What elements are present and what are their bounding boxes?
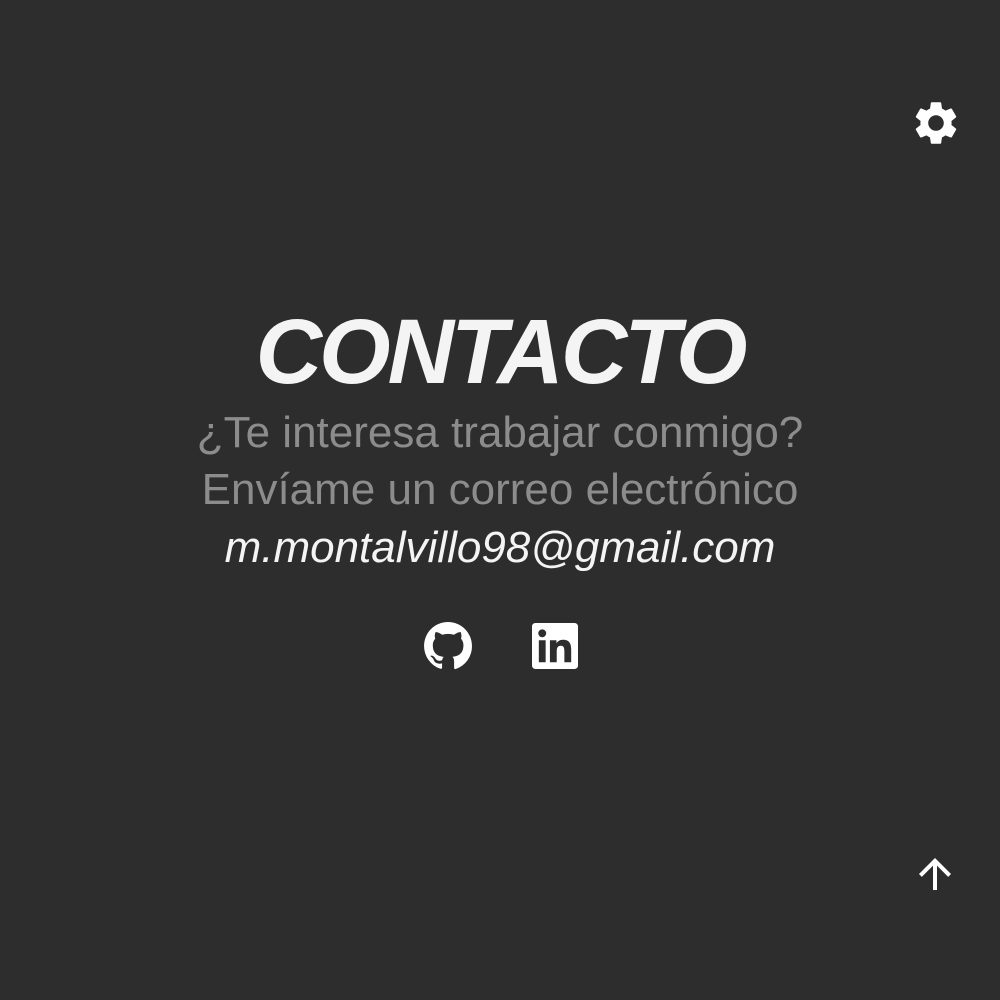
gear-icon [915,102,957,144]
settings-button[interactable] [910,97,962,149]
arrow-up-icon [919,858,951,890]
contact-subtitle-line1: ¿Te interesa trabajar conmigo? [196,408,804,457]
contact-title: CONTACTO [255,301,748,403]
contact-subtitle-line2: Envíame un correo electrónico [201,465,799,514]
contact-section: CONTACTO ¿Te interesa trabajar conmigo? … [0,300,1000,576]
github-link[interactable] [420,618,476,674]
scroll-to-top-button[interactable] [910,849,960,899]
contact-page: CONTACTO ¿Te interesa trabajar conmigo? … [0,0,1000,1000]
github-icon [424,622,472,670]
social-links [0,618,1000,674]
linkedin-icon [532,623,578,669]
linkedin-link[interactable] [527,618,583,674]
email-link[interactable]: m.montalvillo98@gmail.com [0,519,1000,576]
